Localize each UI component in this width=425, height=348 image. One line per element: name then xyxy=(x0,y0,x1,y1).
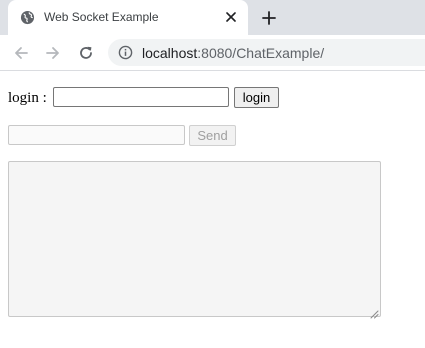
plus-icon[interactable] xyxy=(258,7,280,29)
send-button[interactable]: Send xyxy=(189,125,236,146)
address-bar[interactable]: localhost:8080/ChatExample/ xyxy=(108,39,425,66)
login-input[interactable] xyxy=(53,87,229,107)
globe-icon xyxy=(20,10,35,25)
login-button[interactable]: login xyxy=(234,87,279,108)
browser-toolbar: localhost:8080/ChatExample/ xyxy=(0,35,425,71)
tab-strip: Web Socket Example xyxy=(0,0,425,35)
arrow-right-icon[interactable] xyxy=(41,41,65,65)
url-path: :8080/ChatExample/ xyxy=(197,45,325,61)
login-label: login : xyxy=(8,90,47,106)
page-content: login : login Send xyxy=(0,71,425,348)
close-icon[interactable] xyxy=(222,8,240,26)
resize-handle-icon[interactable] xyxy=(370,306,379,319)
tab-title: Web Socket Example xyxy=(44,10,159,24)
url-host: localhost xyxy=(142,45,198,61)
message-input[interactable] xyxy=(8,125,185,145)
url-text[interactable]: localhost:8080/ChatExample/ xyxy=(142,45,324,61)
info-icon[interactable] xyxy=(118,45,133,60)
browser-tab[interactable]: Web Socket Example xyxy=(8,0,248,35)
reload-icon[interactable] xyxy=(74,41,98,65)
chat-log-textarea[interactable] xyxy=(8,161,381,319)
arrow-left-icon[interactable] xyxy=(9,41,33,65)
